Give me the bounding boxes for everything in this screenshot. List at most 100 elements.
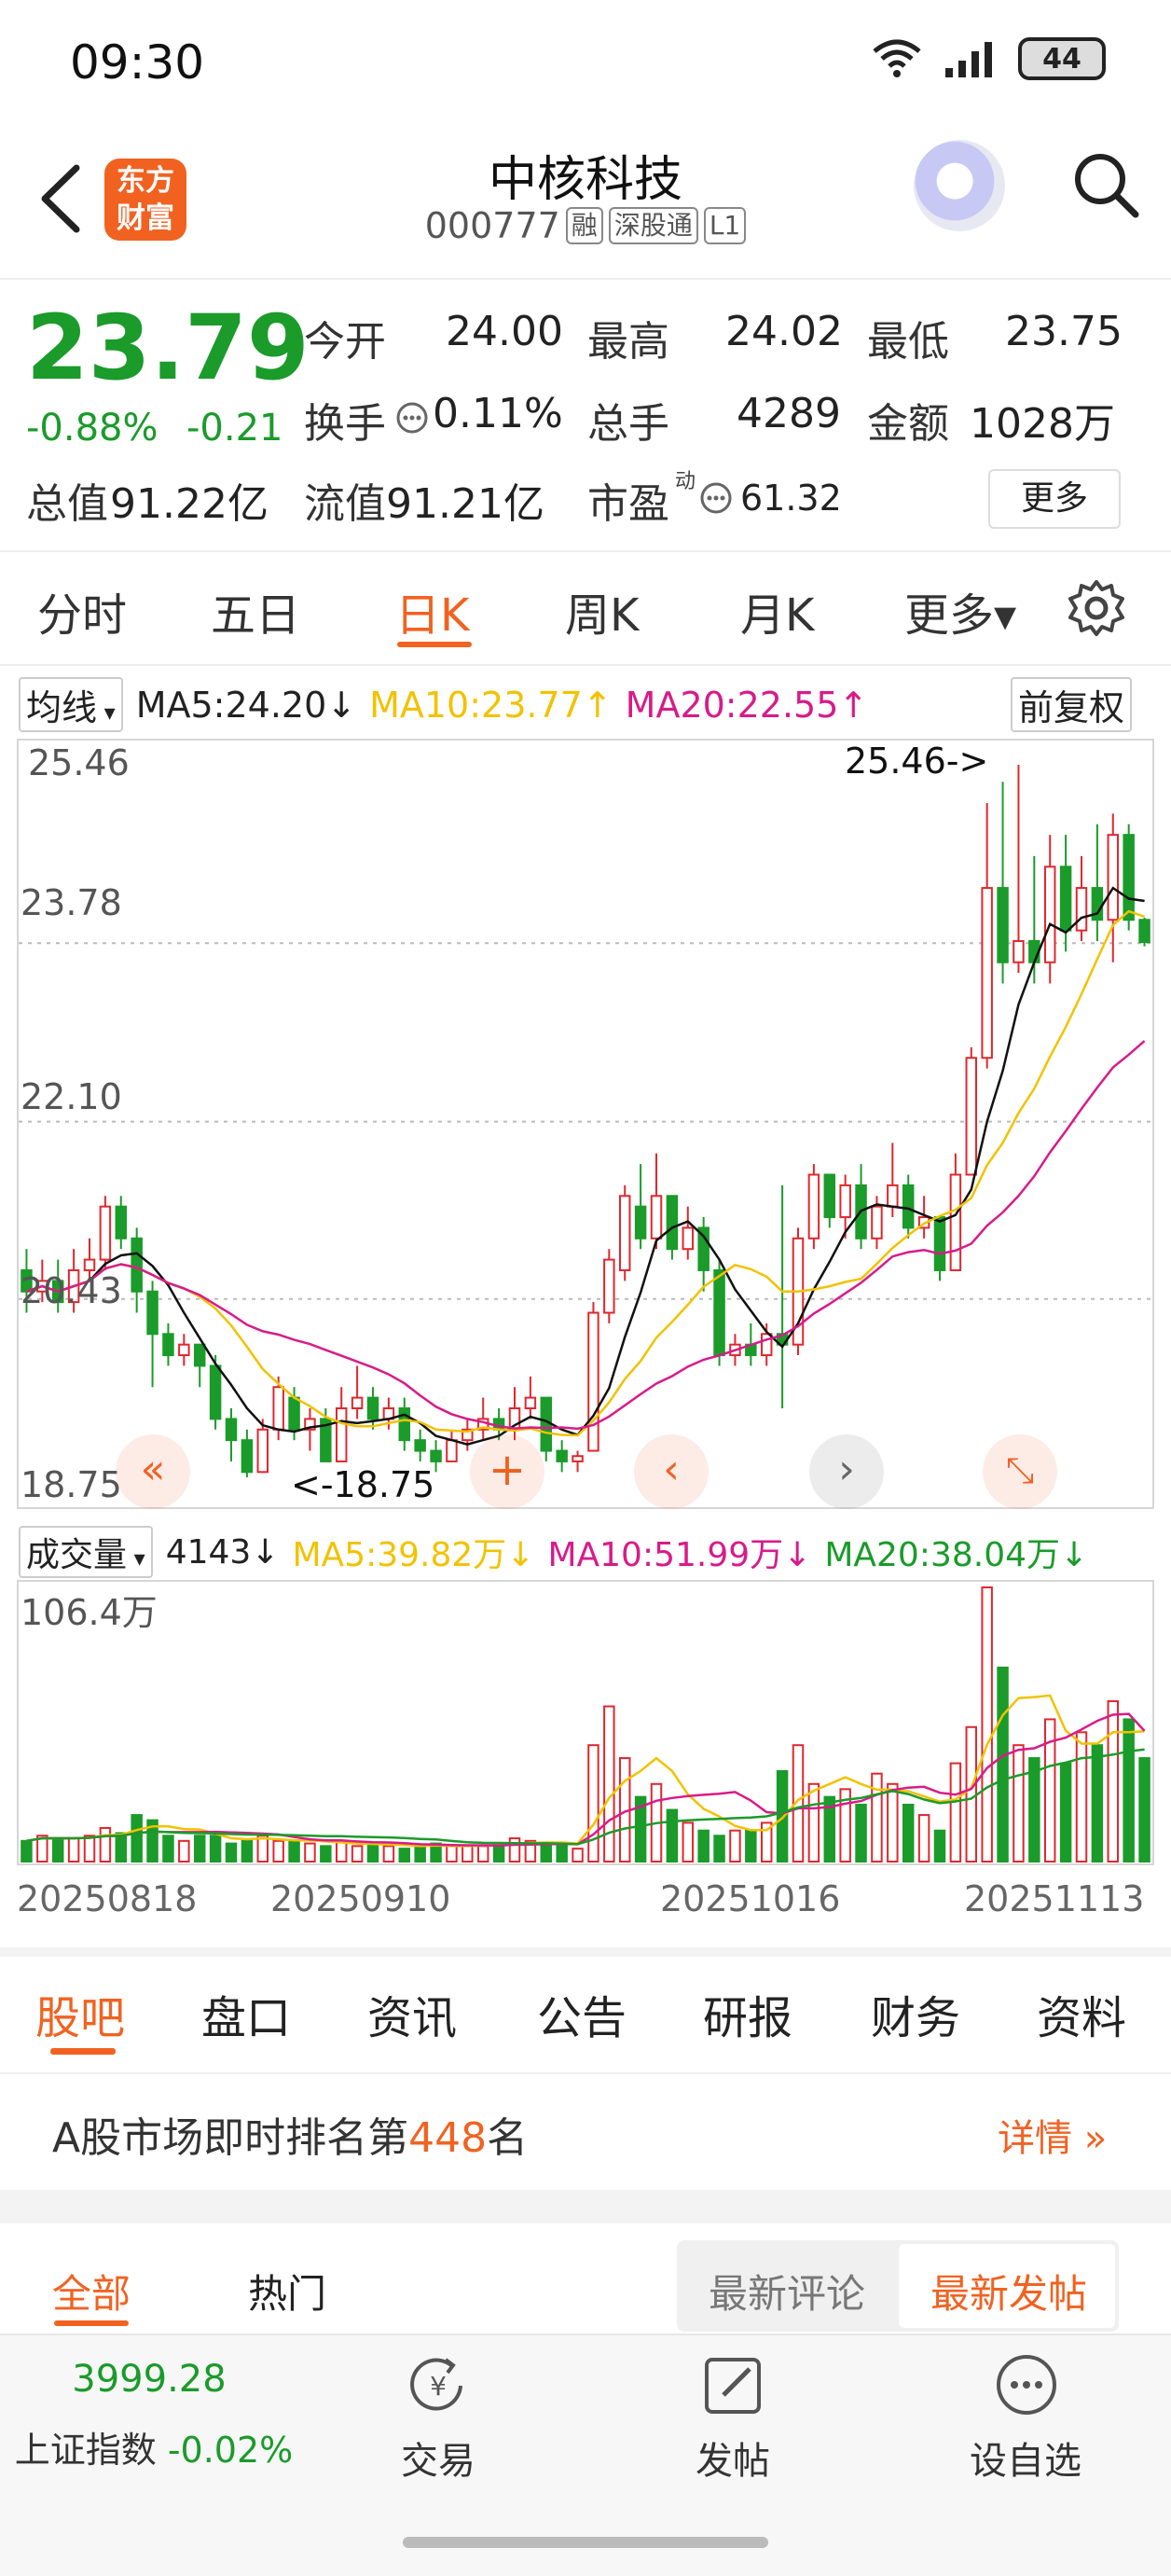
tab-research[interactable]: 研报	[703, 1981, 792, 2046]
volume-bar	[462, 1845, 474, 1863]
volume-bar	[366, 1842, 379, 1863]
open-value: 24.00	[446, 308, 563, 355]
connect-tag: 深股通	[608, 207, 698, 244]
current-price: 23.79	[26, 296, 310, 400]
date-label-2: 20250910	[270, 1878, 451, 1919]
more-dots-icon[interactable]	[994, 2352, 1059, 2417]
post-edit-icon[interactable]	[701, 2352, 766, 2417]
more-quote-button[interactable]: 更多	[988, 469, 1121, 529]
volume-legend-row: 成交量 ▾ 4143↓ MA5:39.82万↓ MA10:51.99万↓ MA2…	[19, 1526, 1088, 1578]
active-tab-indicator	[50, 2048, 116, 2055]
volume-last: 4143↓	[165, 1532, 280, 1572]
volume-bar	[272, 1839, 284, 1863]
pe-label: 市盈	[587, 480, 669, 528]
candle	[1043, 866, 1056, 963]
settings-gear-icon[interactable]	[1067, 578, 1126, 638]
volume-bar	[351, 1845, 364, 1863]
market-rank-row[interactable]: A股市场即时排名第448名 详情 »	[0, 2072, 1171, 2192]
candle	[807, 1173, 820, 1240]
tab-daily-k[interactable]: 日K	[395, 578, 469, 644]
vol-ma10: MA10:51.99万↓	[547, 1536, 812, 1574]
volume-bar	[572, 1848, 584, 1863]
volume-bar	[745, 1829, 757, 1863]
volume-bar	[193, 1835, 206, 1863]
tab-five-day[interactable]: 五日	[211, 578, 300, 644]
tab-news[interactable]: 资讯	[367, 1981, 457, 2046]
volume-bar	[887, 1782, 899, 1863]
ma20-value: MA20:22.55↑	[625, 684, 869, 726]
tab-more[interactable]: 更多▾	[904, 578, 1016, 644]
volume-bar	[335, 1839, 348, 1863]
tab-profile[interactable]: 资料	[1037, 1981, 1126, 2046]
indicator-selector[interactable]: 均线 ▾	[19, 677, 123, 732]
volume-bar	[398, 1848, 411, 1863]
candle	[99, 1205, 112, 1261]
volume-chart[interactable]	[17, 1580, 1154, 1865]
sort-latest-post[interactable]: 最新发帖	[930, 2263, 1087, 2320]
candle	[634, 1205, 647, 1240]
volume-bar	[1123, 1718, 1135, 1863]
volume-bar	[67, 1837, 80, 1863]
tab-pankou[interactable]: 盘口	[201, 1981, 291, 2046]
candle	[572, 1455, 584, 1462]
next-button[interactable]: ›	[809, 1434, 884, 1509]
rank-text: A股市场即时排名第448名	[52, 2114, 529, 2162]
rank-detail-link[interactable]: 详情 »	[998, 2108, 1107, 2162]
candle	[965, 1057, 978, 1176]
nav-trade[interactable]: 交易	[373, 2431, 503, 2485]
volume-bar	[871, 1772, 883, 1863]
zoom-in-button[interactable]: +	[470, 1434, 544, 1509]
low-label: 最低	[867, 318, 949, 366]
volume-bar	[209, 1835, 222, 1863]
pe-sup: 动	[675, 470, 696, 493]
volume-bar	[666, 1808, 679, 1863]
candle	[902, 1184, 915, 1229]
stock-code: 000777	[424, 205, 560, 246]
volume-bar	[697, 1829, 709, 1863]
candle	[981, 887, 993, 1059]
sort-latest-comment[interactable]: 最新评论	[709, 2263, 865, 2320]
info-dots-icon[interactable]	[699, 481, 733, 515]
candle	[871, 1205, 883, 1240]
candle	[839, 1184, 851, 1219]
margin-tag: 融	[565, 207, 603, 244]
nav-add-watch[interactable]: 设自选	[942, 2431, 1109, 2485]
y-label-3: 22.10	[21, 1076, 122, 1117]
volume-indicator-selector[interactable]: 成交量 ▾	[19, 1526, 153, 1578]
candle	[178, 1343, 190, 1357]
y-label-min: 18.75	[21, 1464, 122, 1505]
candle	[1013, 940, 1025, 963]
post-tab-hot[interactable]: 热门	[248, 2263, 326, 2320]
fullscreen-expand-icon[interactable]: ⤡	[983, 1434, 1057, 1509]
low-annotation: <-18.75	[291, 1464, 435, 1505]
ma10-value: MA10:23.77↑	[369, 684, 613, 726]
index-value[interactable]: 3999.28	[37, 2358, 261, 2401]
prev-button[interactable]: ‹	[634, 1434, 709, 1509]
kline-chart[interactable]	[17, 739, 1154, 1509]
nav-post[interactable]: 发帖	[668, 2431, 798, 2485]
tab-finance[interactable]: 财务	[871, 1981, 960, 2046]
y-label-4: 20.43	[21, 1270, 122, 1311]
candle	[414, 1439, 426, 1452]
candle	[398, 1406, 411, 1442]
assistant-robot-icon[interactable]	[914, 140, 1005, 231]
volume-bar	[241, 1839, 254, 1863]
volume-bar	[1059, 1762, 1072, 1863]
info-dots-icon[interactable]	[395, 401, 429, 435]
tab-intraday[interactable]: 分时	[37, 578, 127, 644]
tab-notice[interactable]: 公告	[537, 1981, 627, 2046]
candle	[1123, 834, 1135, 921]
candle	[933, 1216, 946, 1271]
candle	[650, 1195, 663, 1240]
tab-weekly-k[interactable]: 周K	[565, 578, 639, 644]
trade-yuan-icon[interactable]: ¥	[405, 2352, 472, 2417]
tab-monthly-k[interactable]: 月K	[740, 578, 814, 644]
search-icon[interactable]	[1070, 149, 1141, 220]
tab-guba[interactable]: 股吧	[35, 1981, 125, 2046]
index-summary[interactable]: 上证指数 -0.02%	[0, 2421, 308, 2472]
candle	[241, 1439, 254, 1474]
post-tab-all[interactable]: 全部	[52, 2263, 131, 2320]
price-adjust-button[interactable]: 前复权	[1011, 677, 1133, 732]
home-indicator	[403, 2537, 768, 2548]
rewind-left-button[interactable]: «	[116, 1434, 190, 1509]
